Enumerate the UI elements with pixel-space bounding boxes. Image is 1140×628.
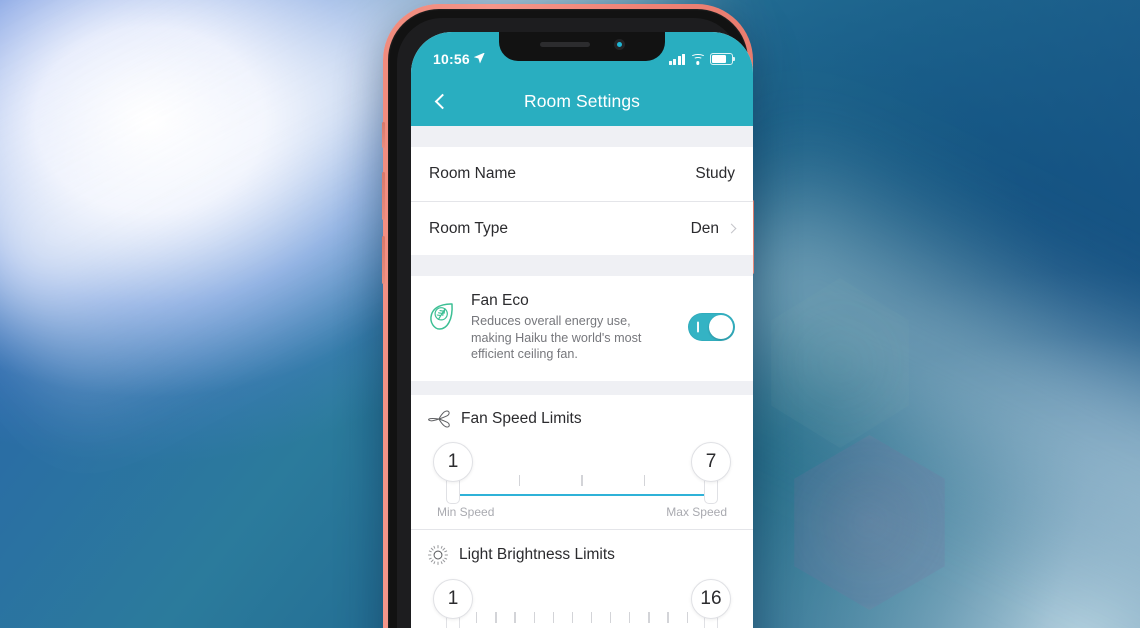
mute-switch[interactable] (382, 122, 385, 148)
cellular-signal-icon (668, 53, 685, 65)
fan-icon (427, 409, 451, 429)
fan-speed-ticks (457, 474, 707, 486)
fan-eco-row[interactable]: Fan Eco Reduces overall energy use, maki… (411, 276, 753, 381)
back-button[interactable] (427, 86, 457, 116)
fan-speed-min-value: 1 (433, 441, 473, 482)
navigation-bar: Room Settings (411, 76, 753, 126)
front-camera-icon (613, 39, 625, 50)
status-bar-right (668, 53, 733, 65)
slider-tick (533, 611, 535, 623)
slider-tick (667, 611, 669, 623)
page-title: Room Settings (523, 90, 641, 111)
volume-up-button[interactable] (382, 172, 385, 220)
section-gap-limits (411, 380, 753, 395)
fan-speed-labels: Min Speed Max Speed (437, 505, 727, 519)
fan-speed-limits-block: Fan Speed Limits 1 7 Min Speed Max Speed (411, 395, 753, 529)
light-brightness-slider[interactable]: 1 16 Min Brightness Ma (429, 570, 735, 628)
slider-tick (643, 474, 645, 486)
fan-speed-card: Fan Speed Limits 1 7 Min Speed Max Speed… (411, 394, 753, 628)
section-gap-eco (411, 255, 753, 276)
volume-down-button[interactable] (382, 236, 385, 284)
fan-speed-max-label: Max Speed (666, 504, 727, 519)
chevron-left-icon (434, 93, 450, 109)
room-type-value: Den (690, 219, 719, 237)
toggle-on-indicator (697, 321, 699, 333)
light-brightness-max-value: 16 (691, 578, 731, 619)
fan-eco-card: Fan Eco Reduces overall energy use, maki… (411, 276, 753, 381)
slider-tick (581, 474, 583, 486)
slider-tick (552, 611, 554, 623)
slider-tick (629, 611, 631, 623)
section-gap-top (411, 126, 753, 147)
sun-icon (427, 544, 449, 566)
fan-speed-max-handle[interactable]: 7 (691, 441, 731, 504)
slider-tick (476, 611, 478, 623)
slider-tick (495, 611, 497, 623)
light-brightness-ticks (457, 611, 707, 623)
fan-speed-max-value: 7 (691, 441, 731, 482)
chevron-right-icon (726, 223, 737, 234)
room-name-label: Room Name (429, 165, 516, 182)
fan-eco-text: Fan Eco Reduces overall energy use, maki… (471, 292, 676, 363)
light-brightness-header: Light Brightness Limits (427, 544, 737, 566)
location-arrow-icon (473, 52, 485, 64)
settings-content[interactable]: Room Name Study Room Type Den Fan Eco Re… (411, 126, 753, 628)
room-name-value-group: Study (695, 165, 735, 183)
fan-speed-min-handle[interactable]: 1 (433, 441, 473, 504)
phone-screen: 10:56 Room Settings Room Name Study Room… (411, 32, 753, 628)
light-brightness-min-value: 1 (433, 578, 473, 619)
fan-eco-title: Fan Eco (471, 292, 529, 309)
room-name-value: Study (695, 165, 735, 182)
light-brightness-max-handle[interactable]: 16 (691, 578, 731, 628)
status-bar-left: 10:56 (433, 51, 485, 67)
row-room-type[interactable]: Room Type Den (411, 201, 753, 255)
phone-notch (499, 32, 665, 61)
light-brightness-limits-block: Light Brightness Limits 1 16 (411, 530, 753, 628)
room-info-card: Room Name Study Room Type Den (411, 147, 753, 255)
light-brightness-min-handle[interactable]: 1 (433, 578, 473, 628)
slider-tick (648, 611, 650, 623)
slider-tick (571, 611, 574, 623)
fan-speed-limits-title: Fan Speed Limits (461, 409, 582, 427)
phone-device: 10:56 Room Settings Room Name Study Room… (382, 4, 754, 628)
screenshot-scene: 10:56 Room Settings Room Name Study Room… (0, 0, 1140, 628)
slider-tick (519, 474, 521, 486)
toggle-knob (709, 315, 733, 340)
fan-speed-slider[interactable]: 1 7 Min Speed Max Speed (429, 433, 735, 519)
light-brightness-limits-title: Light Brightness Limits (459, 545, 615, 563)
row-room-name[interactable]: Room Name Study (411, 147, 753, 201)
phone-bezel: 10:56 Room Settings Room Name Study Room… (388, 9, 753, 628)
fan-eco-toggle[interactable] (688, 313, 735, 342)
fan-eco-description: Reduces overall energy use, making Haiku… (471, 314, 642, 362)
slider-tick (610, 611, 612, 623)
slider-tick (514, 611, 516, 623)
leaf-icon (427, 292, 459, 332)
phone-inner-ring: 10:56 Room Settings Room Name Study Room… (397, 18, 753, 628)
fan-speed-header: Fan Speed Limits (427, 409, 737, 429)
room-type-value-group: Den (690, 219, 737, 238)
room-type-label: Room Type (429, 219, 508, 237)
wifi-icon (690, 53, 705, 65)
earpiece-speaker-icon (539, 42, 590, 47)
status-bar-time: 10:56 (433, 51, 470, 67)
slider-tick (686, 611, 688, 623)
battery-icon (710, 53, 733, 65)
slider-tick (590, 611, 593, 623)
fan-speed-min-label: Min Speed (437, 504, 495, 519)
fan-speed-track[interactable] (453, 493, 711, 497)
